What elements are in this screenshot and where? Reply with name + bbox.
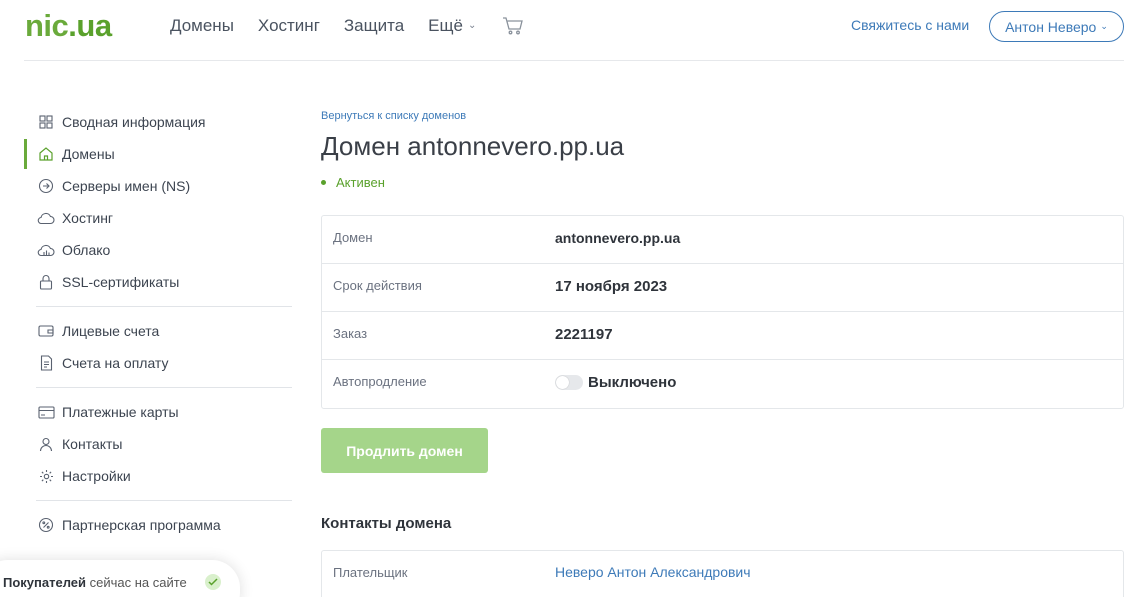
user-name: Антон Неверо	[1005, 18, 1097, 35]
sidebar-item-label: Серверы имен (NS)	[62, 178, 191, 194]
autorenew-value: Выключено	[555, 374, 676, 391]
logo-text-main: nic	[25, 8, 69, 43]
sidebar-item-invoices[interactable]: Счета на оплату	[24, 347, 292, 379]
row-key: Домен	[333, 230, 373, 245]
sidebar-item-cards[interactable]: Платежные карты	[24, 396, 292, 428]
widget-text-rest: сейчас на сайте	[86, 575, 187, 590]
lock-icon	[37, 273, 55, 291]
nav-more-label: Ещё	[428, 16, 463, 35]
chevron-down-icon: ⌄	[1100, 21, 1108, 31]
row-key: Заказ	[333, 326, 368, 341]
cloud-icon	[37, 209, 55, 227]
renew-domain-button[interactable]: Продлить домен	[321, 428, 488, 473]
nav-hosting[interactable]: Хостинг	[258, 16, 320, 36]
autorenew-toggle[interactable]	[555, 375, 583, 390]
sidebar-item-label: SSL-сертификаты	[62, 274, 180, 290]
sidebar-item-label: Настройки	[62, 468, 131, 484]
gear-icon	[37, 467, 55, 485]
table-row: Домен antonnevero.pp.ua	[322, 216, 1123, 264]
document-icon	[37, 354, 55, 372]
sidebar-item-nameservers[interactable]: Серверы имен (NS)	[24, 170, 292, 202]
row-key: Срок действия	[333, 278, 422, 293]
sidebar-item-partners[interactable]: Партнерская программа	[24, 509, 292, 541]
nav-domains[interactable]: Домены	[170, 16, 234, 36]
row-value: antonnevero.pp.ua	[555, 230, 681, 246]
sidebar-item-label: Облако	[62, 242, 111, 258]
contacts-section-title: Контакты домена	[321, 515, 452, 532]
row-key: Плательщик	[333, 565, 408, 580]
widget-text-bold: Покупателей	[3, 575, 87, 590]
sidebar-divider	[36, 500, 292, 501]
cart-icon[interactable]	[502, 16, 524, 36]
sidebar-item-label: Домены	[62, 146, 115, 162]
sidebar-item-domains[interactable]: Домены	[24, 138, 292, 170]
table-row: Плательщик Неверо Антон Александрович	[322, 551, 1123, 595]
nav-hosting-label: Хостинг	[257, 16, 320, 35]
header-divider	[24, 60, 1124, 61]
page-title: Домен antonnevero.pp.ua	[321, 131, 625, 161]
grid-icon	[37, 113, 55, 131]
sidebar-item-label: Лицевые счета	[62, 323, 160, 339]
user-icon	[37, 435, 55, 453]
cloud-chart-icon	[37, 241, 55, 259]
sidebar-divider	[36, 387, 292, 388]
sidebar-item-cloud[interactable]: Облако	[24, 234, 292, 266]
main-nav: Домены Хостинг Защита Ещё ⌄	[170, 16, 524, 36]
sidebar-item-label: Платежные карты	[62, 404, 179, 420]
table-row: Заказ 2221197	[322, 312, 1123, 360]
contact-us-link[interactable]: Свяжитесь с нами	[851, 17, 969, 33]
home-icon	[37, 145, 55, 163]
back-to-domains-link[interactable]: Вернуться к списку доменов	[321, 110, 466, 122]
nav-more[interactable]: Ещё ⌄	[428, 16, 476, 36]
user-menu-button[interactable]: Антон Неверо ⌄	[989, 11, 1124, 42]
payer-link[interactable]: Неверо Антон Александрович	[555, 564, 751, 580]
contacts-table: Плательщик Неверо Антон Александрович	[321, 550, 1124, 597]
sidebar-item-label: Хостинг	[62, 210, 114, 226]
row-key: Автопродление	[333, 374, 427, 389]
arrow-circle-icon	[37, 177, 55, 195]
card-icon	[37, 403, 55, 421]
table-row: Автопродление Выключено	[322, 360, 1123, 408]
sidebar-divider	[36, 306, 292, 307]
top-header: nic.ua Домены Хостинг Защита Ещё ⌄ Свяжит…	[0, 0, 1133, 60]
nav-security-label: Защита	[343, 16, 405, 35]
table-row: Срок действия 17 ноября 2023	[322, 264, 1123, 312]
status-dot	[321, 180, 326, 185]
sidebar-item-label: Контакты	[62, 436, 123, 452]
sidebar: Сводная информация Домены Серверы имен (…	[24, 106, 292, 541]
row-value: 17 ноября 2023	[555, 278, 668, 295]
logo-text-domain: .ua	[68, 8, 112, 43]
percent-icon	[37, 516, 55, 534]
sidebar-item-settings[interactable]: Настройки	[24, 460, 292, 492]
nav-security[interactable]: Защита	[344, 16, 404, 36]
sidebar-item-ssl[interactable]: SSL-сертификаты	[24, 266, 292, 298]
domain-info-table: Домен antonnevero.pp.ua Срок действия 17…	[321, 215, 1124, 409]
check-icon	[205, 574, 221, 590]
wallet-icon	[37, 322, 55, 340]
chevron-down-icon: ⌄	[467, 20, 477, 31]
autorenew-state: Выключено	[588, 374, 677, 391]
sidebar-item-label: Партнерская программа	[62, 517, 221, 533]
sidebar-item-hosting[interactable]: Хостинг	[24, 202, 292, 234]
widget-text: Покупателей сейчас на сайте	[3, 575, 187, 590]
row-value: 2221197	[555, 326, 613, 343]
logo[interactable]: nic.ua	[25, 6, 112, 46]
status-text: Активен	[336, 175, 385, 190]
nav-domains-label: Домены	[170, 16, 234, 35]
sidebar-item-label: Счета на оплату	[62, 355, 169, 371]
sidebar-item-summary[interactable]: Сводная информация	[24, 106, 292, 138]
sidebar-item-label: Сводная информация	[62, 114, 206, 130]
sidebar-item-contacts[interactable]: Контакты	[24, 428, 292, 460]
status-badge: Активен	[321, 175, 385, 190]
sidebar-item-accounts[interactable]: Лицевые счета	[24, 315, 292, 347]
live-visitors-widget[interactable]: Покупателей сейчас на сайте	[0, 560, 240, 597]
